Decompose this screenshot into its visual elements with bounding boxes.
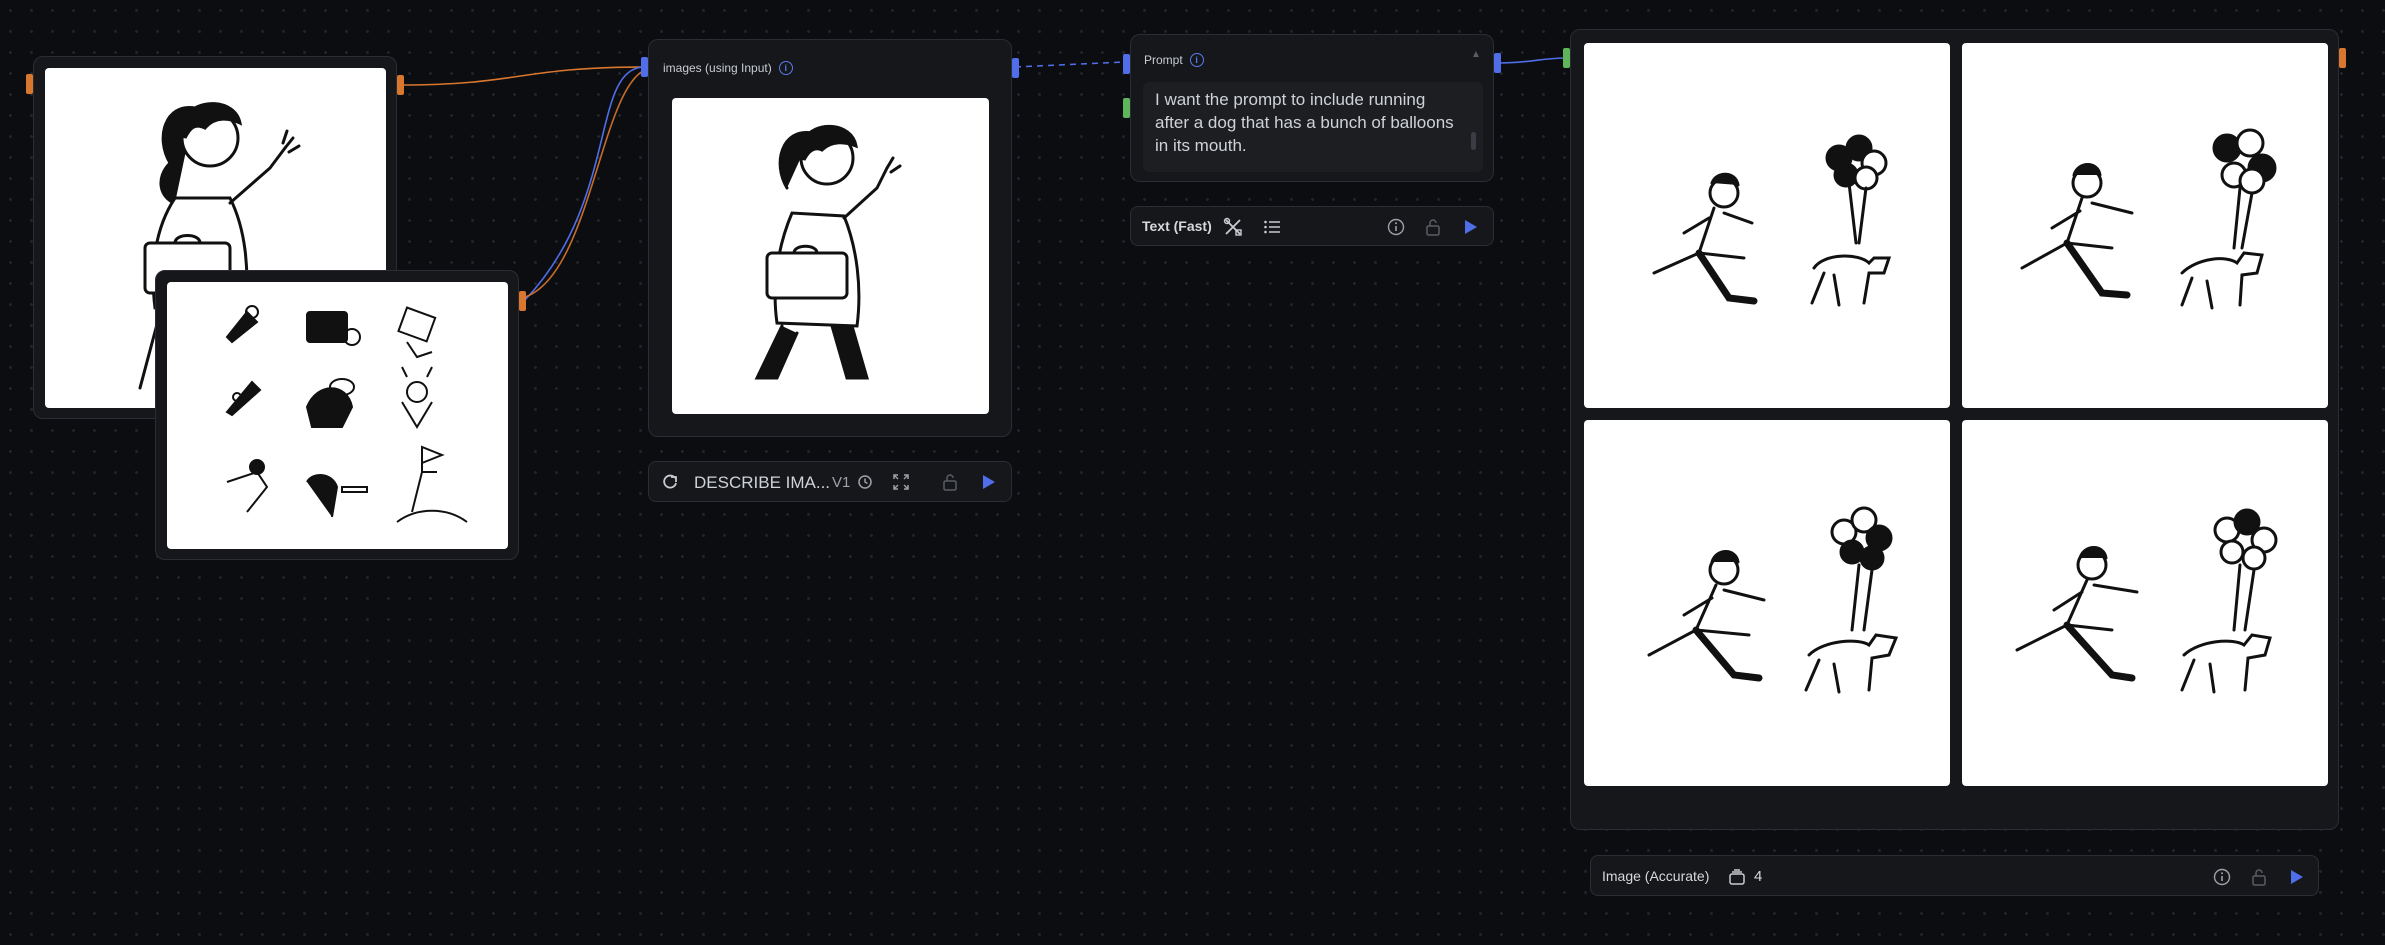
refresh-icon[interactable] [661,473,679,491]
image-accurate-toolbar: Image (Accurate) 4 [1590,855,2319,896]
info-icon[interactable]: i [1189,53,1204,67]
output-image-1[interactable] [1584,43,1950,408]
balloons-1 [1825,134,1888,191]
output-port-prompt[interactable] [1494,53,1501,73]
input-port-image-output[interactable] [1563,48,1570,68]
output-port-image-output[interactable] [2339,48,2346,68]
output-port-portrait[interactable] [397,75,404,95]
play-icon[interactable] [2287,868,2305,886]
prompt-text: I want the prompt to include running aft… [1155,90,1454,155]
images-input-preview [672,98,989,414]
info-icon[interactable] [2213,868,2231,886]
info-icon[interactable] [1387,218,1405,236]
grid-row-3 [226,445,468,523]
tools-icon[interactable] [1223,217,1243,237]
version-label[interactable]: V1 [832,474,850,491]
output-image-2[interactable] [1962,43,2328,408]
input-port-prompt-image[interactable] [1123,98,1130,118]
input-port-prompt-text[interactable] [1123,54,1130,74]
chevron-up-icon[interactable]: ▲ [1471,49,1481,60]
lock-icon[interactable] [2250,868,2268,886]
play-icon[interactable] [979,473,997,491]
input-port-images-input[interactable] [641,57,648,77]
history-icon[interactable] [857,474,873,490]
text-fast-toolbar: Text (Fast) [1130,206,1494,246]
prompt-title: Prompt [1144,53,1183,67]
lock-icon[interactable] [1424,218,1442,236]
balloons-4 [2213,508,2278,571]
wire-dashed-blue [1014,61,1126,68]
play-icon[interactable] [1461,218,1479,236]
balloons-2 [2212,128,2277,195]
wire-blue-right [1499,57,1568,64]
wire-orange-bottom [521,69,646,299]
grid-row-1 [225,305,437,359]
wire-orange-top [399,66,646,86]
expand-icon[interactable] [892,473,910,491]
wire-blue-top [524,66,646,301]
output-port-images-input[interactable] [1012,58,1019,78]
grid-row-2 [225,366,433,429]
image-node-icon-grid[interactable] [155,270,526,560]
icon-grid-image [167,282,508,549]
prompt-text-area[interactable]: I want the prompt to include running aft… [1143,82,1483,172]
stack-icon[interactable] [1728,868,1746,886]
prompt-node[interactable]: Prompt i ▲ I want the prompt to include … [1130,34,1501,182]
list-icon[interactable] [1263,218,1281,236]
output-image-4[interactable] [1962,420,2328,786]
text-fast-label[interactable]: Text (Fast) [1142,218,1212,234]
image-accurate-label[interactable]: Image (Accurate) [1602,868,1709,884]
describe-toolbar: DESCRIBE IMA... V1 [648,461,1012,502]
lock-icon[interactable] [941,473,959,491]
images-input-title: images (using Input) [663,61,772,75]
describe-label[interactable]: DESCRIBE IMA... [694,473,830,493]
output-port-icon-grid[interactable] [519,291,526,311]
image-count[interactable]: 4 [1754,868,1762,885]
output-image-3[interactable] [1584,420,1950,786]
info-icon[interactable]: i [778,61,793,75]
balloons-3 [1830,506,1893,571]
images-input-header: images (using Input) i [663,61,793,75]
images-input-node[interactable]: images (using Input) i [648,39,1019,437]
scrollbar-thumb[interactable] [1471,132,1476,150]
prompt-header: Prompt i [1144,53,1204,67]
input-port-portrait[interactable] [26,74,33,94]
image-output-node[interactable] [1570,29,2346,830]
